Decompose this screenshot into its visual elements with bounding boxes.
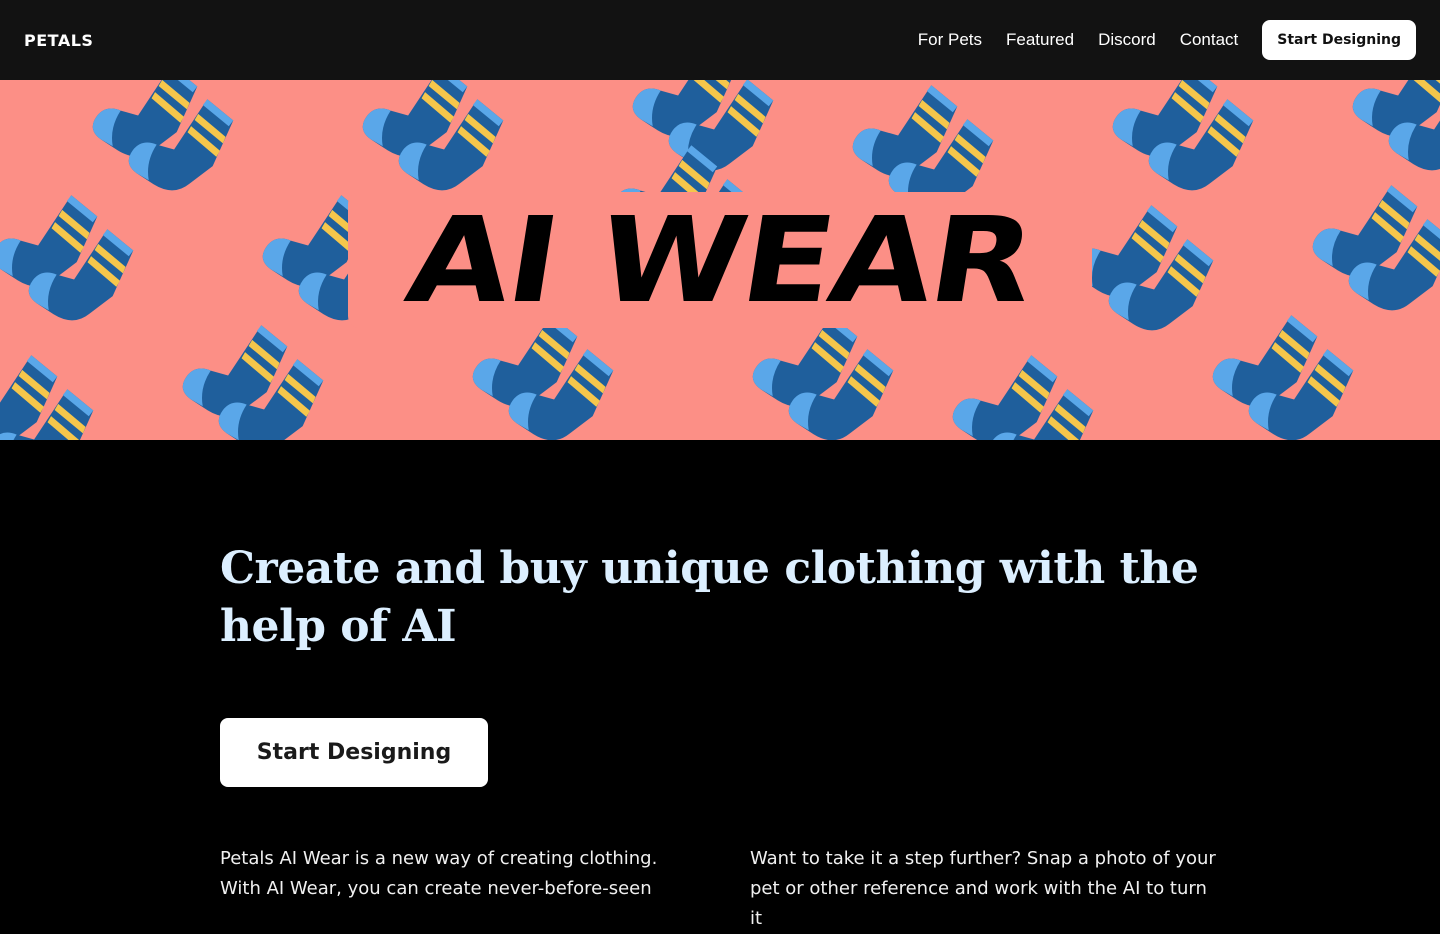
brand-logo[interactable]: PETALS [24, 31, 93, 50]
intro-paragraph-left: Petals AI Wear is a new way of creating … [220, 848, 658, 899]
page-headline: Create and buy unique clothing with the … [220, 543, 1199, 652]
nav-link-for-pets[interactable]: For Pets [918, 30, 982, 50]
top-navbar: PETALS For Pets Featured Discord Contact… [0, 0, 1440, 80]
hero-banner: AI WEAR [0, 80, 1440, 440]
intro-columns: Petals AI Wear is a new way of creating … [220, 844, 1220, 934]
start-designing-button[interactable]: Start Designing [220, 718, 488, 787]
nav-start-designing-button[interactable]: Start Designing [1262, 20, 1416, 60]
nav-link-discord[interactable]: Discord [1098, 30, 1156, 50]
main-content: Create and buy unique clothing with the … [220, 540, 1220, 787]
intro-paragraph-right: Want to take it a step further? Snap a p… [750, 848, 1216, 929]
hero-title-box: AI WEAR [348, 191, 1092, 329]
nav-link-featured[interactable]: Featured [1006, 30, 1074, 50]
nav-links: For Pets Featured Discord Contact Start … [894, 20, 1416, 60]
nav-link-contact[interactable]: Contact [1180, 30, 1239, 50]
hero-title: AI WEAR [398, 191, 1042, 329]
